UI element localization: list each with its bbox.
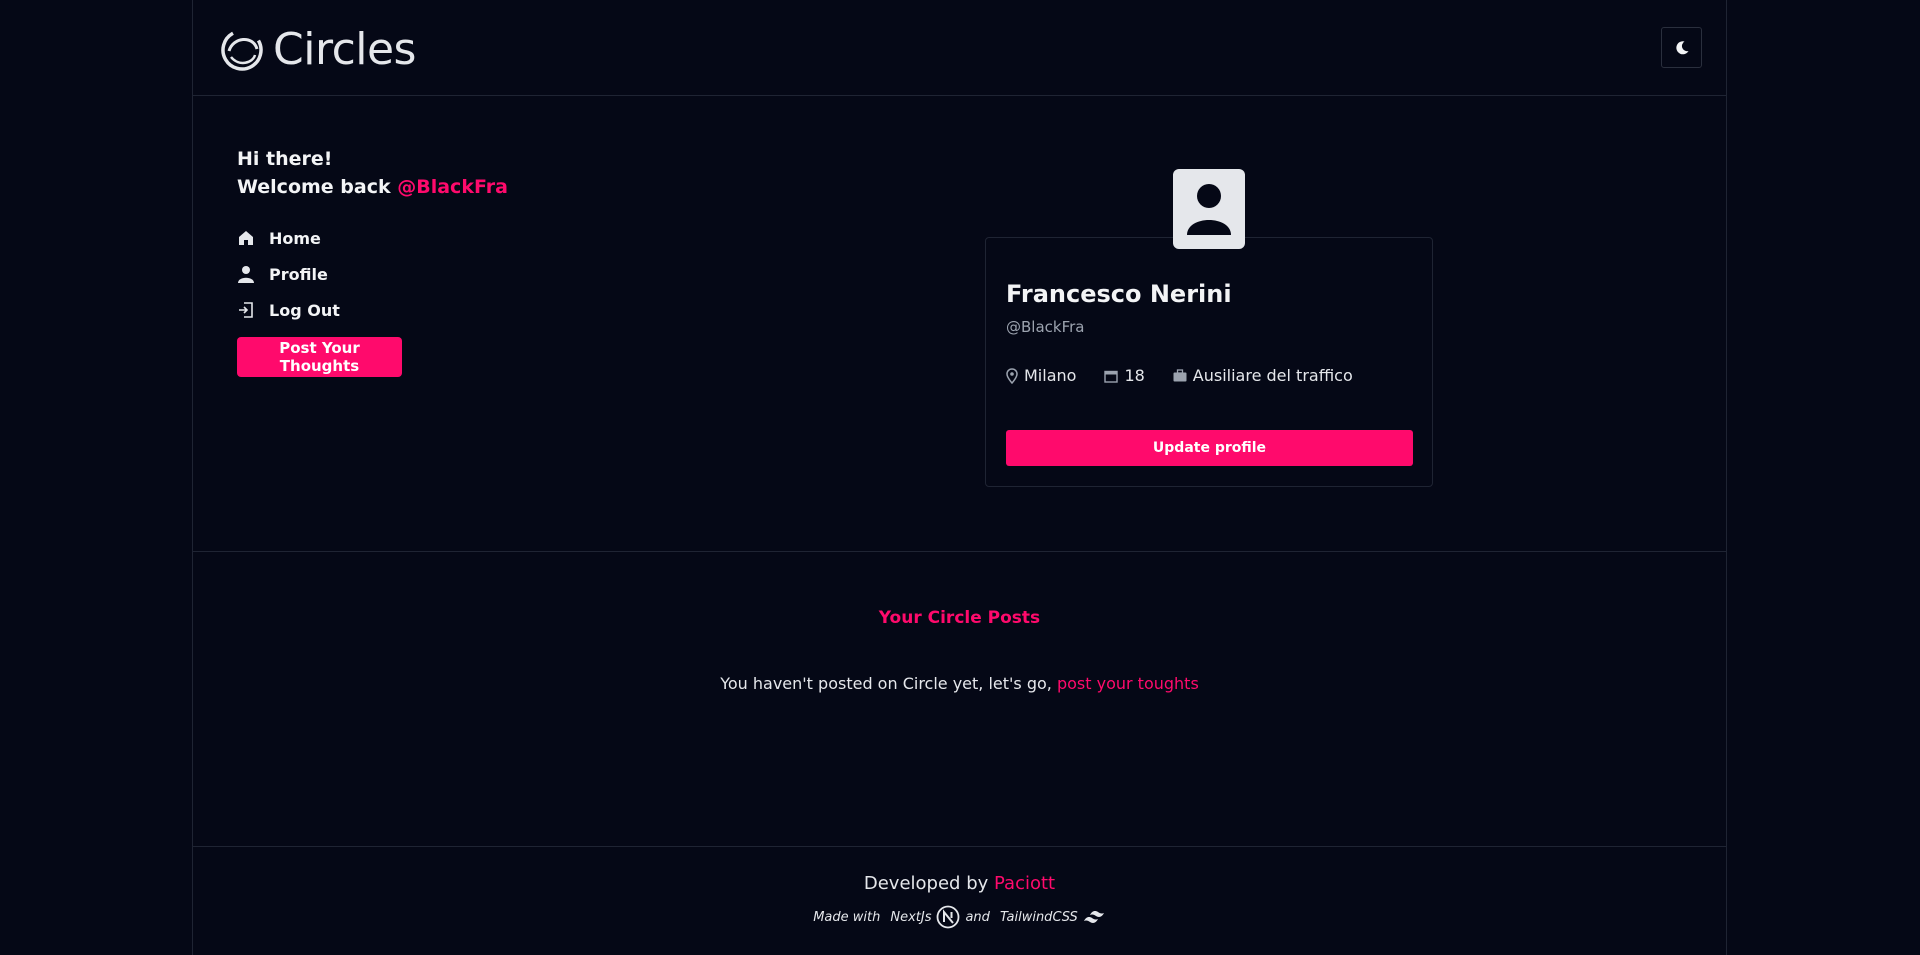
made-with-text: Made with [813,909,881,925]
nav-item-logout[interactable]: Log Out [237,292,340,328]
posts-empty-message: You haven't posted on Circle yet, let's … [193,674,1726,693]
tailwind-text: TailwindCSS [999,909,1078,925]
footer-divider [193,846,1726,847]
nav-item-label: Log Out [269,300,340,320]
and-text: and [965,909,990,925]
greeting-line-1: Hi there! [237,148,333,170]
briefcase-icon [1173,369,1187,382]
calendar-icon [1104,370,1119,383]
profile-card: Francesco Nerini @BlackFra Milano 18 Aus… [985,237,1433,487]
theme-toggle-button[interactable] [1661,27,1702,68]
greeting-line-2: Welcome back @BlackFra [237,173,508,201]
post-thoughts-button[interactable]: Post Your Thoughts [237,337,402,377]
job-text: Ausiliare del traffico [1192,366,1353,385]
update-profile-button[interactable]: Update profile [1006,430,1413,466]
developed-by-text: Developed by [863,873,994,894]
nav-item-profile[interactable]: Profile [237,256,340,292]
logout-icon [239,302,253,318]
nextjs-text: NextJs [890,909,932,925]
developer-link[interactable]: Paciott [994,873,1055,894]
footer-developed-by: Developed by Paciott [193,873,1726,894]
footer-made-with: Made with NextJs and TailwindCSS [193,905,1726,929]
profile-handle: @BlackFra [1006,318,1085,336]
app-name: Circles [273,24,416,75]
header: Circles [193,0,1726,96]
user-icon [238,266,254,283]
logo[interactable]: Circles [219,24,416,76]
nav-item-home[interactable]: Home [237,220,340,256]
section-divider [193,551,1726,552]
profile-location: Milano [1006,366,1076,385]
greeting-prefix: Welcome back [237,176,398,198]
nav-item-label: Profile [269,264,328,284]
moon-icon [1675,40,1688,54]
home-icon [239,231,253,245]
tailwind-icon [1083,911,1104,923]
page-frame: Circles Hi there! Welcome back @BlackFra… [192,0,1727,955]
user-avatar-icon [1187,184,1231,235]
empty-text: You haven't posted on Circle yet, let's … [720,674,1057,693]
profile-name: Francesco Nerini [1006,280,1232,308]
avatar [1173,169,1245,249]
sidebar-nav: Home Profile Log Out [237,220,340,328]
age-text: 18 [1124,366,1145,385]
location-pin-icon [1006,367,1018,384]
profile-age: 18 [1104,366,1145,385]
greeting-handle: @BlackFra [397,176,508,198]
nav-item-label: Home [269,228,321,248]
circles-logo-icon [221,29,263,71]
post-thoughts-link[interactable]: post your toughts [1057,674,1199,693]
profile-meta: Milano 18 Ausiliare del traffico [1006,366,1381,385]
posts-section-title: Your Circle Posts [878,608,1041,628]
greeting: Hi there! Welcome back @BlackFra [237,145,508,201]
location-text: Milano [1024,366,1077,385]
profile-job: Ausiliare del traffico [1173,366,1353,385]
nextjs-icon [937,905,960,929]
